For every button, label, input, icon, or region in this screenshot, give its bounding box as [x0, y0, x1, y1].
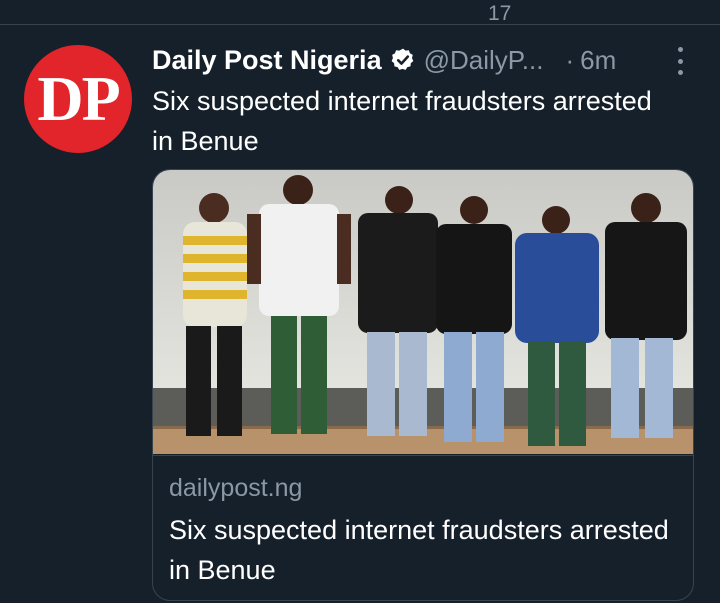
card-info[interactable]: dailypost.ng Six suspected internet frau… — [153, 455, 693, 600]
card-domain: dailypost.ng — [169, 474, 303, 502]
tweet-text: Six suspected internet fraudsters arrest… — [152, 86, 652, 156]
avatar[interactable]: DP — [24, 45, 132, 153]
previous-tweet-count[interactable]: 17 — [488, 2, 511, 26]
author-name[interactable]: Daily Post Nigeria — [152, 45, 382, 76]
avatar-initials: DP — [37, 63, 120, 134]
separator-dot: · — [565, 44, 575, 75]
tweet-timestamp[interactable]: 6m — [580, 45, 616, 76]
link-card[interactable]: dailypost.ng Six suspected internet frau… — [152, 169, 694, 601]
previous-tweet-footer: 17 — [0, 0, 720, 25]
more-options-icon[interactable] — [668, 45, 692, 77]
card-image[interactable] — [153, 170, 694, 454]
card-title: Six suspected internet fraudsters arrest… — [169, 515, 669, 585]
tweet-header: Daily Post Nigeria @DailyP... · 6m — [152, 43, 616, 77]
author-handle[interactable]: @DailyP... — [424, 45, 544, 76]
tweet[interactable]: DP Daily Post Nigeria @DailyP... · 6m Si… — [0, 25, 720, 603]
verified-badge-icon — [390, 47, 416, 73]
